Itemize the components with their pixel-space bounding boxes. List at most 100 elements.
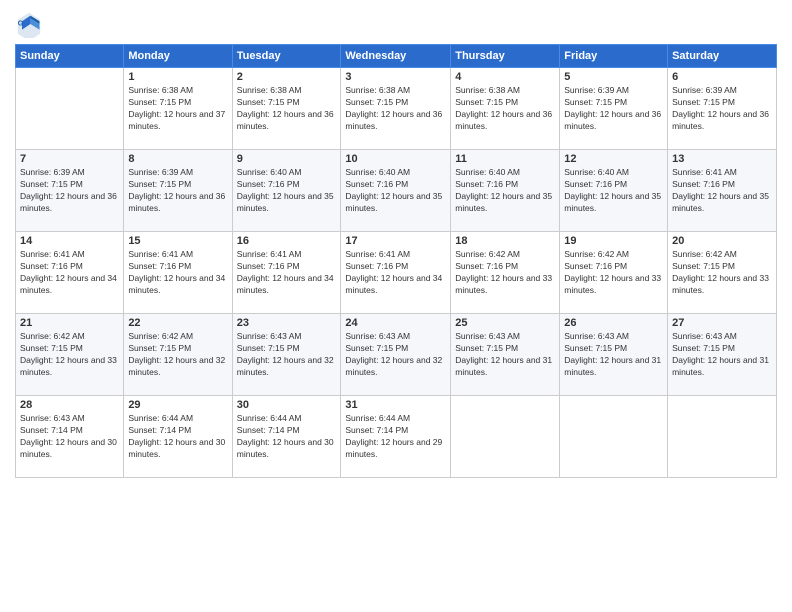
day-number: 18	[455, 235, 555, 247]
day-number: 19	[564, 235, 663, 247]
day-number: 1	[128, 71, 227, 83]
day-cell: 8 Sunrise: 6:39 AMSunset: 7:15 PMDaylight…	[124, 150, 232, 232]
day-info: Sunrise: 6:39 AMSunset: 7:15 PMDaylight:…	[672, 85, 772, 133]
day-cell: 21 Sunrise: 6:42 AMSunset: 7:15 PMDayligh…	[16, 314, 124, 396]
day-info: Sunrise: 6:43 AMSunset: 7:15 PMDaylight:…	[237, 331, 337, 379]
logo: G	[15, 10, 47, 38]
day-info: Sunrise: 6:42 AMSunset: 7:15 PMDaylight:…	[20, 331, 119, 379]
day-number: 10	[345, 153, 446, 165]
day-cell: 16 Sunrise: 6:41 AMSunset: 7:16 PMDayligh…	[232, 232, 341, 314]
day-number: 26	[564, 317, 663, 329]
day-cell: 22Sunrise: 6:42 AMSunset: 7:15 PMDayligh…	[124, 314, 232, 396]
weekday-header-row: SundayMondayTuesdayWednesdayThursdayFrid…	[16, 45, 777, 68]
day-number: 30	[237, 399, 337, 411]
day-number: 17	[345, 235, 446, 247]
day-cell: 27Sunrise: 6:43 AMSunset: 7:15 PMDayligh…	[668, 314, 777, 396]
day-cell: 7 Sunrise: 6:39 AMSunset: 7:15 PMDaylight…	[16, 150, 124, 232]
day-info: Sunrise: 6:40 AMSunset: 7:16 PMDaylight:…	[345, 167, 446, 215]
day-info: Sunrise: 6:41 AMSunset: 7:16 PMDaylight:…	[345, 249, 446, 297]
day-info: Sunrise: 6:41 AMSunset: 7:16 PMDaylight:…	[128, 249, 227, 297]
week-row-1: 1 Sunrise: 6:38 AMSunset: 7:15 PMDaylight…	[16, 68, 777, 150]
day-cell: 1 Sunrise: 6:38 AMSunset: 7:15 PMDaylight…	[124, 68, 232, 150]
svg-text:G: G	[18, 20, 24, 27]
day-cell: 5Sunrise: 6:39 AMSunset: 7:15 PMDaylight…	[560, 68, 668, 150]
day-info: Sunrise: 6:42 AMSunset: 7:16 PMDaylight:…	[455, 249, 555, 297]
day-info: Sunrise: 6:44 AMSunset: 7:14 PMDaylight:…	[345, 413, 446, 461]
day-info: Sunrise: 6:38 AMSunset: 7:15 PMDaylight:…	[237, 85, 337, 133]
day-info: Sunrise: 6:38 AMSunset: 7:15 PMDaylight:…	[128, 85, 227, 133]
day-info: Sunrise: 6:42 AMSunset: 7:16 PMDaylight:…	[564, 249, 663, 297]
day-info: Sunrise: 6:40 AMSunset: 7:16 PMDaylight:…	[237, 167, 337, 215]
weekday-wednesday: Wednesday	[341, 45, 451, 68]
day-number: 12	[564, 153, 663, 165]
day-info: Sunrise: 6:40 AMSunset: 7:16 PMDaylight:…	[455, 167, 555, 215]
day-cell: 25 Sunrise: 6:43 AMSunset: 7:15 PMDayligh…	[451, 314, 560, 396]
day-info: Sunrise: 6:38 AMSunset: 7:15 PMDaylight:…	[345, 85, 446, 133]
day-number: 13	[672, 153, 772, 165]
weekday-monday: Monday	[124, 45, 232, 68]
day-cell: 14Sunrise: 6:41 AMSunset: 7:16 PMDayligh…	[16, 232, 124, 314]
day-cell: 26 Sunrise: 6:43 AMSunset: 7:15 PMDayligh…	[560, 314, 668, 396]
day-cell: 23 Sunrise: 6:43 AMSunset: 7:15 PMDayligh…	[232, 314, 341, 396]
day-cell	[668, 396, 777, 478]
day-number: 23	[237, 317, 337, 329]
day-number: 4	[455, 71, 555, 83]
day-number: 8	[128, 153, 227, 165]
day-info: Sunrise: 6:43 AMSunset: 7:14 PMDaylight:…	[20, 413, 119, 461]
day-info: Sunrise: 6:41 AMSunset: 7:16 PMDaylight:…	[672, 167, 772, 215]
day-info: Sunrise: 6:43 AMSunset: 7:15 PMDaylight:…	[564, 331, 663, 379]
logo-icon: G	[15, 10, 43, 38]
week-row-3: 14Sunrise: 6:41 AMSunset: 7:16 PMDayligh…	[16, 232, 777, 314]
day-cell: 19 Sunrise: 6:42 AMSunset: 7:16 PMDayligh…	[560, 232, 668, 314]
week-row-5: 28Sunrise: 6:43 AMSunset: 7:14 PMDayligh…	[16, 396, 777, 478]
day-info: Sunrise: 6:43 AMSunset: 7:15 PMDaylight:…	[345, 331, 446, 379]
day-cell: 31Sunrise: 6:44 AMSunset: 7:14 PMDayligh…	[341, 396, 451, 478]
day-info: Sunrise: 6:39 AMSunset: 7:15 PMDaylight:…	[128, 167, 227, 215]
day-number: 7	[20, 153, 119, 165]
day-cell: 4 Sunrise: 6:38 AMSunset: 7:15 PMDaylight…	[451, 68, 560, 150]
day-info: Sunrise: 6:42 AMSunset: 7:15 PMDaylight:…	[128, 331, 227, 379]
day-cell: 28Sunrise: 6:43 AMSunset: 7:14 PMDayligh…	[16, 396, 124, 478]
header: G	[15, 10, 777, 38]
day-cell: 10 Sunrise: 6:40 AMSunset: 7:16 PMDayligh…	[341, 150, 451, 232]
day-info: Sunrise: 6:44 AMSunset: 7:14 PMDaylight:…	[237, 413, 337, 461]
day-number: 9	[237, 153, 337, 165]
day-number: 6	[672, 71, 772, 83]
day-cell: 6 Sunrise: 6:39 AMSunset: 7:15 PMDaylight…	[668, 68, 777, 150]
day-number: 16	[237, 235, 337, 247]
day-cell: 11Sunrise: 6:40 AMSunset: 7:16 PMDayligh…	[451, 150, 560, 232]
weekday-tuesday: Tuesday	[232, 45, 341, 68]
weekday-sunday: Sunday	[16, 45, 124, 68]
day-number: 20	[672, 235, 772, 247]
day-number: 25	[455, 317, 555, 329]
day-info: Sunrise: 6:39 AMSunset: 7:15 PMDaylight:…	[20, 167, 119, 215]
day-cell: 18 Sunrise: 6:42 AMSunset: 7:16 PMDayligh…	[451, 232, 560, 314]
weekday-friday: Friday	[560, 45, 668, 68]
day-cell: 9 Sunrise: 6:40 AMSunset: 7:16 PMDaylight…	[232, 150, 341, 232]
day-number: 2	[237, 71, 337, 83]
day-number: 29	[128, 399, 227, 411]
day-cell: 20Sunrise: 6:42 AMSunset: 7:15 PMDayligh…	[668, 232, 777, 314]
weekday-thursday: Thursday	[451, 45, 560, 68]
day-info: Sunrise: 6:38 AMSunset: 7:15 PMDaylight:…	[455, 85, 555, 133]
day-cell: 30 Sunrise: 6:44 AMSunset: 7:14 PMDayligh…	[232, 396, 341, 478]
day-info: Sunrise: 6:41 AMSunset: 7:16 PMDaylight:…	[237, 249, 337, 297]
page: G SundayMondayTuesdayWednesdayThursdayFr…	[0, 0, 792, 612]
day-info: Sunrise: 6:43 AMSunset: 7:15 PMDaylight:…	[672, 331, 772, 379]
day-cell: 3 Sunrise: 6:38 AMSunset: 7:15 PMDaylight…	[341, 68, 451, 150]
day-cell: 29 Sunrise: 6:44 AMSunset: 7:14 PMDayligh…	[124, 396, 232, 478]
day-cell: 2 Sunrise: 6:38 AMSunset: 7:15 PMDaylight…	[232, 68, 341, 150]
day-number: 15	[128, 235, 227, 247]
day-number: 3	[345, 71, 446, 83]
day-cell	[560, 396, 668, 478]
day-info: Sunrise: 6:41 AMSunset: 7:16 PMDaylight:…	[20, 249, 119, 297]
day-info: Sunrise: 6:44 AMSunset: 7:14 PMDaylight:…	[128, 413, 227, 461]
day-cell: 12Sunrise: 6:40 AMSunset: 7:16 PMDayligh…	[560, 150, 668, 232]
day-cell: 24Sunrise: 6:43 AMSunset: 7:15 PMDayligh…	[341, 314, 451, 396]
day-cell	[451, 396, 560, 478]
day-info: Sunrise: 6:43 AMSunset: 7:15 PMDaylight:…	[455, 331, 555, 379]
calendar-table: SundayMondayTuesdayWednesdayThursdayFrid…	[15, 44, 777, 478]
day-number: 21	[20, 317, 119, 329]
day-info: Sunrise: 6:39 AMSunset: 7:15 PMDaylight:…	[564, 85, 663, 133]
week-row-4: 21 Sunrise: 6:42 AMSunset: 7:15 PMDayligh…	[16, 314, 777, 396]
